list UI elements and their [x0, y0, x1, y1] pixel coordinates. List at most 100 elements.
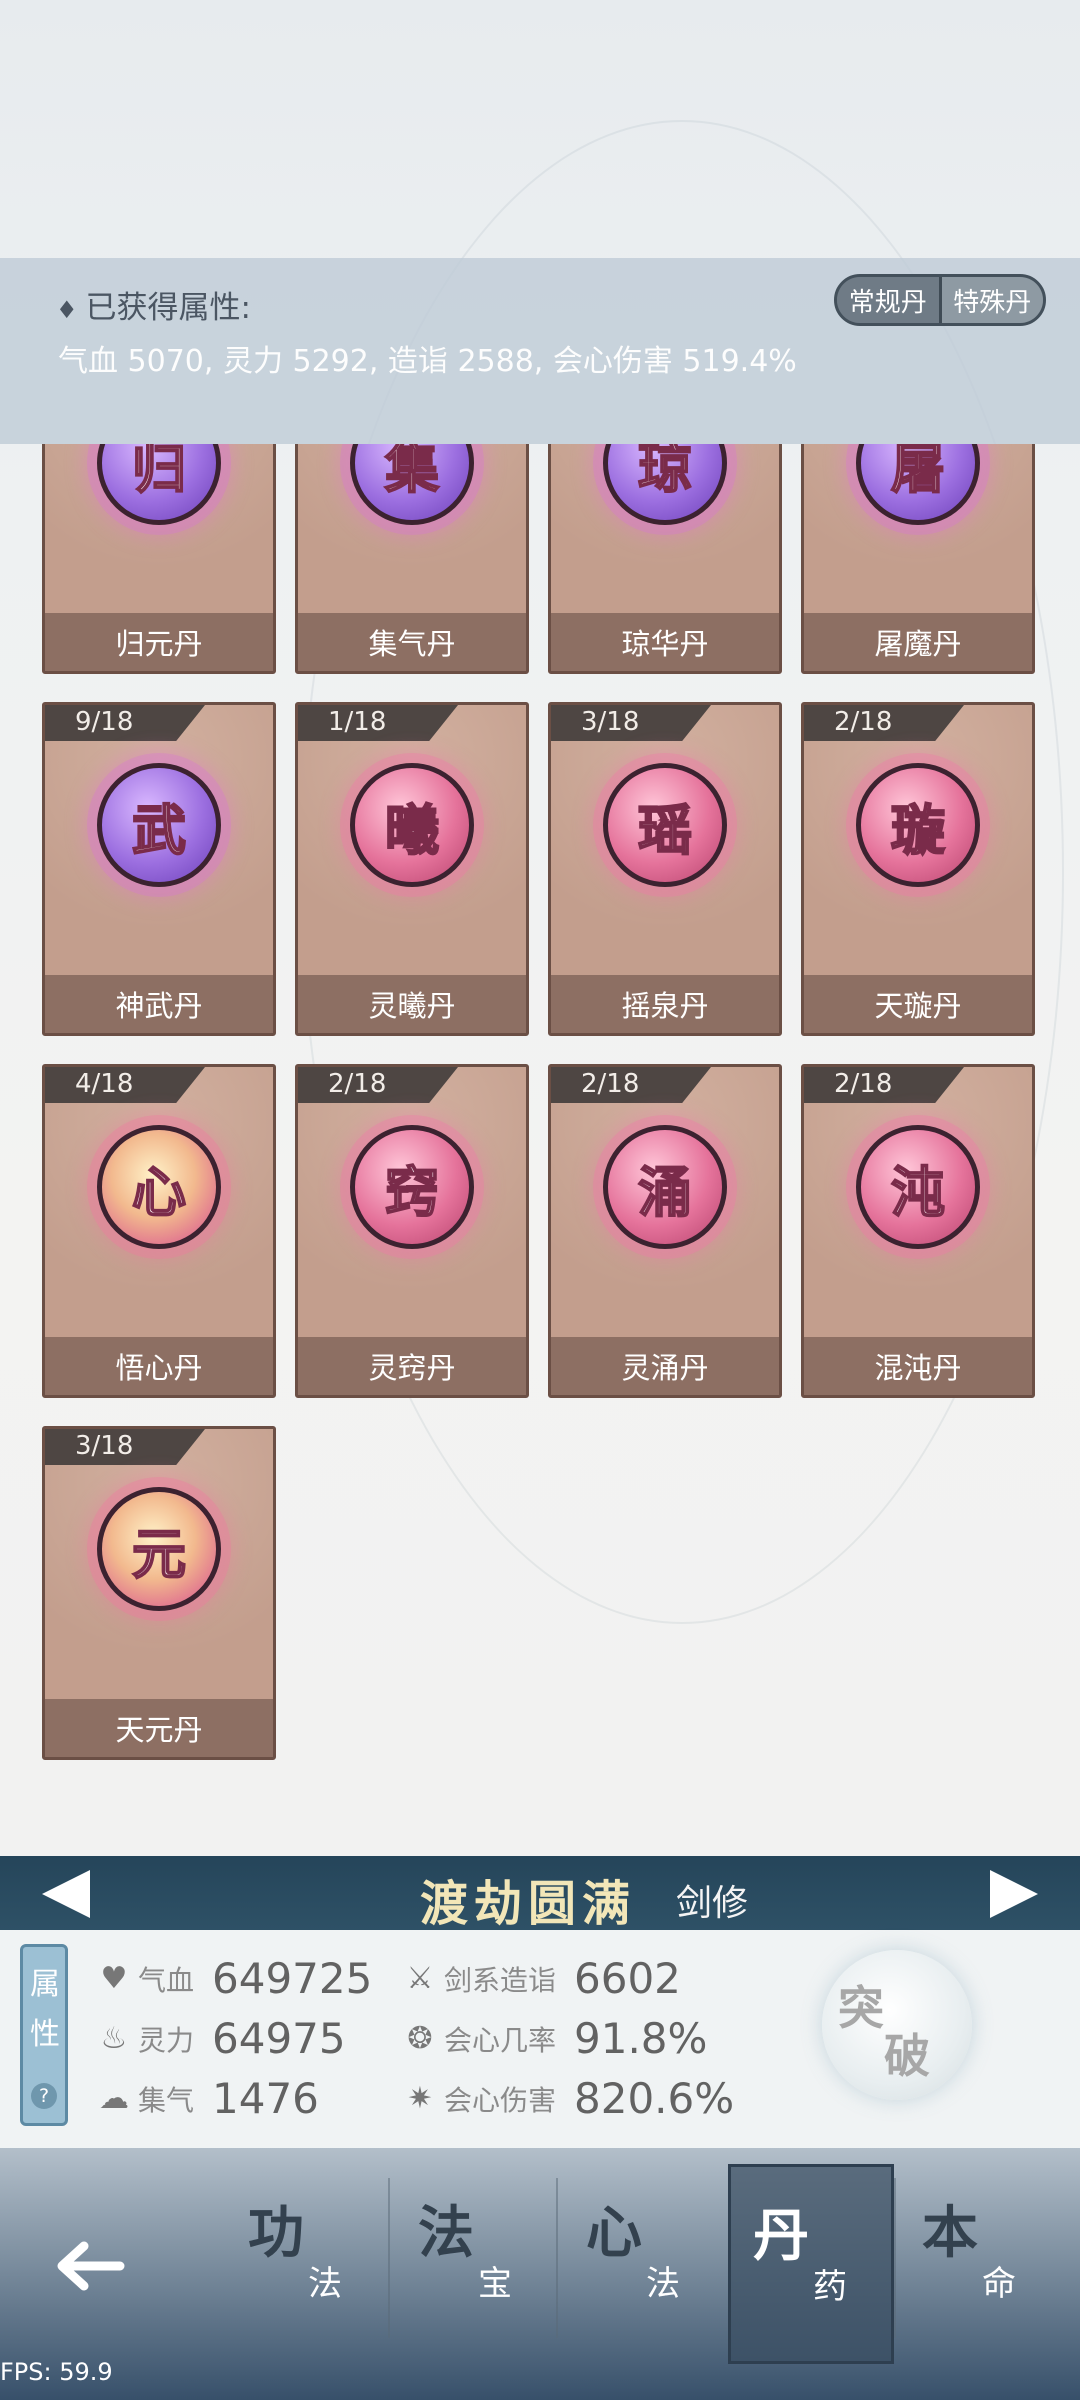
nav-tab-small-char: 法 — [308, 2264, 342, 2304]
pill-count-badge: 2/18 — [551, 1067, 711, 1103]
pill-name: 神武丹 — [45, 975, 273, 1033]
pill-name: 摇泉丹 — [551, 975, 779, 1033]
attributes-title-text: 已获得属性: — [85, 290, 251, 326]
nav-tab-natal[interactable]: 本 命 — [900, 2164, 1066, 2364]
pill-count: 2/18 — [834, 1069, 893, 1099]
pill-count: 3/18 — [581, 707, 640, 737]
realm-name: 渡劫圆满 — [420, 1876, 637, 1932]
pill-card[interactable]: 2/18 沌混沌丹 — [801, 1064, 1035, 1398]
pill-name: 归元丹 — [45, 613, 273, 671]
stats-panel: 属 性 ? ♥ 气血 649725 ♨ 灵力 64975 ☁ 集气 1476 ⚔… — [0, 1930, 1080, 2148]
pill-card[interactable]: 2/18 窍灵窍丹 — [295, 1064, 529, 1398]
pill-grid: 归归元丹集集气丹琼琼华丹屠屠魔丹 9/18 武神武丹 1/18 曦灵曦丹 3/18 瑶摇泉丹… — [0, 444, 1080, 1844]
cultivation-class: 剑修 — [676, 1883, 749, 1924]
nav-tab-mind-arts[interactable]: 心 法 — [564, 2164, 730, 2364]
nav-tab-pills[interactable]: 丹 药 — [728, 2164, 894, 2364]
pill-name: 琼华丹 — [551, 613, 779, 671]
pill-glyph: 归 — [131, 444, 187, 501]
pill-glyph: 心 — [131, 1159, 187, 1225]
nav-tab-small-char: 宝 — [478, 2264, 512, 2304]
crit-rate-icon: ❂ — [407, 2021, 433, 2056]
nav-divider — [894, 2178, 896, 2338]
side-tab-char-2: 性 — [30, 2017, 60, 2052]
pill-orb-icon: 元 — [97, 1487, 221, 1611]
pill-card[interactable]: 归归元丹 — [42, 444, 276, 674]
breakthrough-button[interactable]: 突 破 — [822, 1950, 972, 2100]
stat-hp-value: 649725 — [212, 1954, 373, 2003]
pill-orb-icon: 涌 — [603, 1125, 727, 1249]
breakthrough-char-2: 破 — [884, 2029, 930, 2083]
stat-gather-value: 1476 — [212, 2074, 319, 2123]
flame-icon: ♨ — [100, 2021, 128, 2056]
tab-special-pills[interactable]: 特殊丹 — [941, 277, 1043, 323]
pill-glyph: 集 — [384, 444, 440, 501]
pill-glyph: 琼 — [637, 444, 693, 501]
pill-glyph: 璇 — [890, 797, 946, 863]
stat-crit-damage-value: 820.6% — [574, 2074, 735, 2123]
nav-tab-big-char: 心 — [586, 2200, 642, 2266]
pill-type-toggle: 常规丹 特殊丹 — [834, 274, 1046, 326]
pill-card[interactable]: 屠屠魔丹 — [801, 444, 1035, 674]
tab-regular-pills[interactable]: 常规丹 — [837, 277, 939, 323]
pill-orb-icon: 武 — [97, 763, 221, 887]
pill-name: 灵窍丹 — [298, 1337, 526, 1395]
stat-crit-rate-value: 91.8% — [574, 2014, 708, 2063]
sword-icon: ⚔ — [406, 1961, 434, 1996]
pill-glyph: 武 — [131, 797, 187, 863]
obtained-attributes-panel: ♦ 已获得属性: 气血 5070, 灵力 5292, 造诣 2588, 会心伤害 … — [0, 258, 1080, 444]
nav-tab-big-char: 功 — [248, 2200, 304, 2266]
pill-count-badge: 9/18 — [45, 705, 205, 741]
breakthrough-char-1: 突 — [838, 1981, 884, 2035]
pill-orb-icon: 心 — [97, 1125, 221, 1249]
pill-name: 天元丹 — [45, 1699, 273, 1757]
pill-card[interactable]: 9/18 武神武丹 — [42, 702, 276, 1036]
pill-glyph: 元 — [131, 1521, 187, 1587]
pill-orb-icon: 归 — [97, 444, 221, 525]
pill-name: 灵曦丹 — [298, 975, 526, 1033]
pill-card[interactable]: 3/18 瑶摇泉丹 — [548, 702, 782, 1036]
pill-count-badge: 2/18 — [804, 1067, 964, 1103]
pill-count: 2/18 — [581, 1069, 640, 1099]
pill-card[interactable]: 2/18 涌灵涌丹 — [548, 1064, 782, 1398]
pill-name: 屠魔丹 — [804, 613, 1032, 671]
pill-name: 悟心丹 — [45, 1337, 273, 1395]
pill-count-badge: 2/18 — [804, 705, 964, 741]
heart-icon: ♥ — [100, 1961, 128, 1996]
back-arrow-icon[interactable] — [50, 2226, 130, 2306]
help-icon[interactable]: ? — [31, 2083, 57, 2109]
pill-count-badge: 1/18 — [298, 705, 458, 741]
next-realm-arrow-icon[interactable] — [990, 1870, 1038, 1918]
pill-count: 1/18 — [328, 707, 387, 737]
pill-card[interactable]: 1/18 曦灵曦丹 — [295, 702, 529, 1036]
pill-name: 混沌丹 — [804, 1337, 1032, 1395]
pill-card[interactable]: 集集气丹 — [295, 444, 529, 674]
pill-glyph: 窍 — [384, 1159, 440, 1225]
pill-count: 2/18 — [834, 707, 893, 737]
nav-tab-small-char: 法 — [646, 2264, 680, 2304]
nav-tab-techniques[interactable]: 功 法 — [226, 2164, 392, 2364]
stat-sword-mastery: ⚔ 剑系造诣 6602 — [400, 1954, 681, 2003]
stat-spirit-value: 64975 — [212, 2014, 346, 2063]
prev-realm-arrow-icon[interactable] — [42, 1870, 90, 1918]
nav-tab-treasures[interactable]: 法 宝 — [396, 2164, 562, 2364]
attributes-side-tab[interactable]: 属 性 ? — [20, 1944, 68, 2126]
pill-count-badge: 3/18 — [551, 705, 711, 741]
pill-glyph: 瑶 — [637, 797, 693, 863]
stat-sword-mastery-value: 6602 — [574, 1954, 681, 2003]
pill-count-badge: 4/18 — [45, 1067, 205, 1103]
stat-sword-mastery-label: 剑系造诣 — [444, 1963, 557, 1997]
stat-crit-damage-label: 会心伤害 — [444, 2083, 557, 2117]
pill-orb-icon: 屠 — [856, 444, 980, 525]
pill-orb-icon: 窍 — [350, 1125, 474, 1249]
pill-glyph: 涌 — [637, 1159, 693, 1225]
side-tab-char-1: 属 — [30, 1967, 60, 2002]
pill-card[interactable]: 琼琼华丹 — [548, 444, 782, 674]
pill-count-badge: 2/18 — [298, 1067, 458, 1103]
pill-orb-icon: 沌 — [856, 1125, 980, 1249]
pill-count-badge: 3/18 — [45, 1429, 205, 1465]
pill-orb-icon: 曦 — [350, 763, 474, 887]
pill-card[interactable]: 2/18 璇天璇丹 — [801, 702, 1035, 1036]
pill-glyph: 沌 — [890, 1159, 946, 1225]
pill-card[interactable]: 3/18 元天元丹 — [42, 1426, 276, 1760]
pill-card[interactable]: 4/18 心悟心丹 — [42, 1064, 276, 1398]
